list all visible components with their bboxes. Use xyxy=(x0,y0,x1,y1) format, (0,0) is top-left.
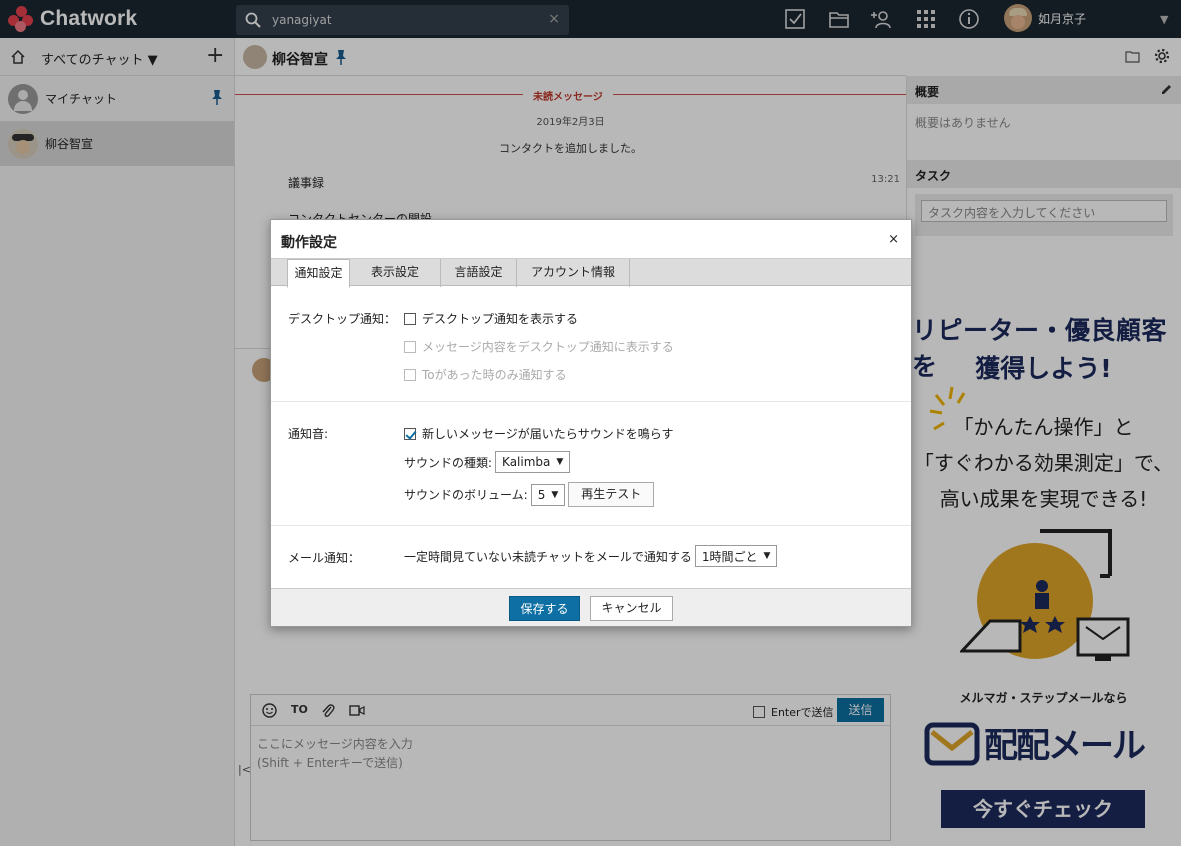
desktop-notify-label: デスクトップ通知： xyxy=(288,312,397,326)
desktop-notify-checkbox[interactable] xyxy=(404,312,416,325)
sound-play-option[interactable]: 新しいメッセージが届いたらサウンドを鳴らす xyxy=(404,425,674,442)
tab-language[interactable]: 言語設定 xyxy=(441,259,517,287)
section-divider xyxy=(271,401,911,402)
sound-type-label: サウンドの種類: xyxy=(404,455,493,470)
dialog-footer: 保存する キャンセル xyxy=(271,588,911,626)
sound-type-row: サウンドの種類: Kalimba ▼ xyxy=(404,451,571,473)
mail-interval-value: 1時間ごと xyxy=(701,549,758,564)
chevron-down-icon: ▼ xyxy=(763,551,771,561)
to-only-option[interactable]: Toがあった時のみ通知する xyxy=(404,366,567,383)
sound-type-value: Kalimba xyxy=(502,455,551,469)
sound-label: 通知音: xyxy=(288,427,329,441)
cancel-button[interactable]: キャンセル xyxy=(590,596,673,621)
save-button[interactable]: 保存する xyxy=(509,596,580,621)
sound-volume-label: サウンドのボリューム: xyxy=(404,488,528,502)
dialog-close-button[interactable]: × xyxy=(888,232,899,247)
tab-display[interactable]: 表示設定 xyxy=(350,259,441,287)
desktop-notify-text: デスクトップ通知を表示する xyxy=(422,312,579,326)
settings-tabs: 通知設定 表示設定 言語設定 アカウント情報 xyxy=(271,258,911,288)
dialog-title: 動作設定 xyxy=(281,235,337,251)
desktop-content-checkbox[interactable] xyxy=(404,340,416,353)
desktop-content-text: メッセージ内容をデスクトップ通知に表示する xyxy=(422,340,674,354)
desktop-notify-option[interactable]: デスクトップ通知を表示する xyxy=(404,310,578,327)
mail-notify-row: 一定時間見ていない未読チャットをメールで通知する 1時間ごと ▼ xyxy=(404,545,778,567)
sound-volume-value: 5 xyxy=(537,487,546,502)
mail-interval-select[interactable]: 1時間ごと ▼ xyxy=(694,545,778,567)
sound-play-checkbox[interactable] xyxy=(404,427,416,440)
tab-account[interactable]: アカウント情報 xyxy=(517,259,630,287)
sound-type-select[interactable]: Kalimba ▼ xyxy=(495,451,571,473)
settings-dialog: 動作設定 × 通知設定 表示設定 言語設定 アカウント情報 デスクトップ通知： … xyxy=(270,219,912,627)
mail-notify-label: メール通知： xyxy=(288,551,361,565)
mail-notify-text: 一定時間見ていない未読チャットをメールで通知する xyxy=(404,549,692,564)
chevron-down-icon: ▼ xyxy=(556,457,564,467)
tab-notification[interactable]: 通知設定 xyxy=(287,259,350,288)
sound-volume-row: サウンドのボリューム: 5 ▼ 再生テスト xyxy=(404,482,655,507)
section-divider xyxy=(271,525,911,526)
sound-play-text: 新しいメッセージが届いたらサウンドを鳴らす xyxy=(422,427,674,441)
sound-volume-select[interactable]: 5 ▼ xyxy=(530,483,566,506)
to-only-checkbox[interactable] xyxy=(404,368,416,381)
chevron-down-icon: ▼ xyxy=(551,489,559,500)
to-only-text: Toがあった時のみ通知する xyxy=(422,368,567,382)
desktop-content-option[interactable]: メッセージ内容をデスクトップ通知に表示する xyxy=(404,338,674,355)
sound-test-button[interactable]: 再生テスト xyxy=(568,482,655,507)
